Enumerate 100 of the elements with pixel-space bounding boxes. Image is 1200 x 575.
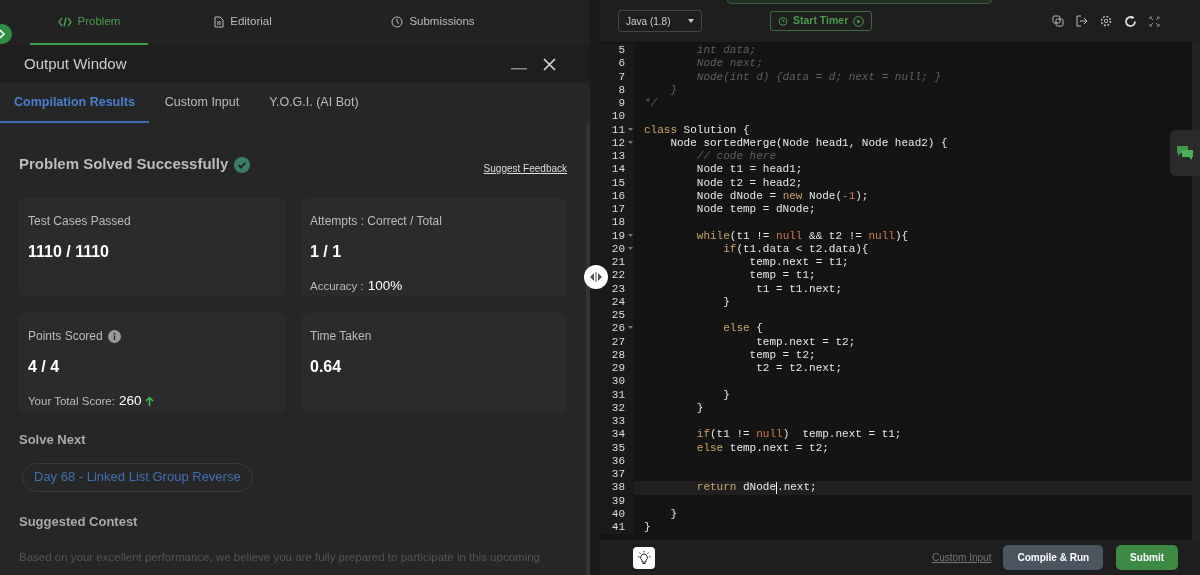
close-icon[interactable]	[543, 57, 556, 71]
copy-icon[interactable]	[1052, 15, 1064, 27]
fold-caret-icon[interactable]	[628, 246, 633, 250]
code-text: Node dNode =	[695, 189, 778, 203]
fold-caret-icon[interactable]	[628, 326, 633, 330]
alarm-clock-icon	[778, 16, 788, 26]
code-text: -1	[842, 189, 856, 203]
code-text: else	[695, 441, 724, 455]
card-label: Attempts : Correct / Total	[310, 213, 442, 230]
hint-button[interactable]	[633, 546, 655, 569]
card-value: 0.64	[310, 358, 342, 375]
code-text: if	[695, 428, 710, 442]
code-editor[interactable]	[600, 42, 1200, 540]
code-text: temp.next = t2;	[728, 441, 829, 455]
chevron-icon	[0, 29, 6, 39]
status-heading: Problem Solved Successfully	[19, 154, 229, 175]
line-number: 9	[618, 97, 625, 111]
line-number: 37	[611, 468, 625, 482]
reset-icon[interactable]	[1124, 14, 1137, 28]
tab[interactable]: Compilation Results	[0, 83, 149, 123]
code-text: Solution {	[682, 123, 750, 137]
code-text: int data;	[695, 44, 757, 58]
note-value: 260	[118, 392, 142, 410]
fold-caret-icon[interactable]	[628, 233, 633, 237]
line-number: 10	[611, 110, 625, 124]
code-text: new	[782, 189, 803, 203]
fold-caret-icon[interactable]	[628, 140, 633, 144]
line-number: 14	[611, 163, 625, 177]
info-icon[interactable]	[107, 329, 121, 343]
line-number: 22	[611, 269, 625, 283]
tab[interactable]: Editorial	[148, 0, 338, 45]
feedback-link[interactable]: Suggest Feedback	[483, 161, 567, 176]
submit-button[interactable]: Submit	[1116, 545, 1178, 570]
code-text: */	[644, 97, 658, 111]
code-text: {	[755, 322, 763, 336]
code-text: && t2 !=	[808, 229, 863, 243]
line-number: 7	[618, 70, 625, 84]
line-number: 11	[611, 123, 625, 137]
play-circle-icon	[853, 15, 865, 27]
custom-input-link[interactable]: Custom Input	[931, 550, 992, 565]
line-number: 23	[611, 282, 625, 296]
line-number: 36	[611, 454, 625, 468]
code-text: class	[644, 123, 677, 137]
code-text: }	[644, 521, 651, 535]
code-text: Node temp = dNode;	[695, 203, 816, 217]
code-text: }	[669, 507, 677, 521]
code-text: (t1.data < t2.data){	[736, 242, 869, 256]
window-title: Output Window	[24, 53, 127, 74]
settings-icon[interactable]	[1100, 15, 1112, 27]
chat-button[interactable]	[1170, 130, 1200, 176]
tab[interactable]: Custom Input	[150, 83, 254, 123]
card-label: Time Taken	[310, 328, 372, 345]
code-text: t2 = t2.next;	[755, 362, 843, 376]
code-text: null	[756, 428, 783, 442]
clock-icon	[391, 15, 404, 28]
chat-bubbles-icon	[1176, 145, 1194, 161]
tab[interactable]: Submissions	[338, 0, 528, 45]
code-text: temp.next = t2;	[755, 335, 856, 349]
code-icon	[57, 16, 72, 27]
code-text: );	[855, 189, 869, 203]
section-heading: Suggested Contest	[19, 512, 139, 531]
tab[interactable]: Y.O.G.I. (AI Bot)	[255, 83, 373, 123]
line-number: 17	[611, 203, 625, 217]
code-text: dNode	[742, 481, 777, 495]
language-dropdown[interactable]: Java (1.8)	[618, 10, 702, 32]
card-value: 1110 / 1110	[28, 243, 109, 260]
code-text: null	[776, 229, 803, 243]
line-number: 19	[611, 229, 625, 243]
code-text: return	[695, 481, 737, 495]
fullscreen-icon[interactable]	[1149, 15, 1160, 27]
code-text: Node sortedMerge(Node head1, Node head2) {	[669, 136, 948, 150]
line-number: 20	[611, 242, 625, 256]
code-text: Node t2 = head2;	[695, 176, 803, 190]
fold-caret-icon[interactable]	[628, 127, 633, 131]
code-text: Node(	[808, 189, 843, 203]
code-text: temp.next = t1;	[748, 256, 849, 270]
line-number: 39	[611, 494, 625, 508]
line-number: 15	[611, 176, 625, 190]
line-number: 35	[611, 441, 625, 455]
card-value: 4 / 4	[28, 358, 60, 375]
compile-run-button[interactable]: Compile & Run	[1003, 545, 1104, 570]
line-number: 38	[611, 481, 625, 495]
line-number: 33	[611, 415, 625, 429]
line-number: 29	[611, 362, 625, 376]
line-number: 25	[611, 309, 625, 323]
code-text: }	[722, 388, 730, 402]
caret-icon	[688, 19, 694, 23]
lightbulb-icon	[636, 549, 652, 566]
note-value: 100%	[367, 277, 403, 295]
line-number: 41	[611, 521, 625, 535]
card-value: 1 / 1	[310, 243, 342, 260]
code-text: .next;	[777, 481, 817, 495]
import-icon[interactable]	[1076, 15, 1088, 27]
note-label: Your Total Score:	[28, 393, 115, 409]
line-number: 40	[611, 507, 625, 521]
timer-button[interactable]: Start Timer	[770, 11, 873, 31]
code-text: while	[695, 229, 730, 243]
line-number: 12	[611, 136, 625, 150]
line-number: 13	[611, 150, 625, 164]
code-text: }	[695, 401, 704, 415]
